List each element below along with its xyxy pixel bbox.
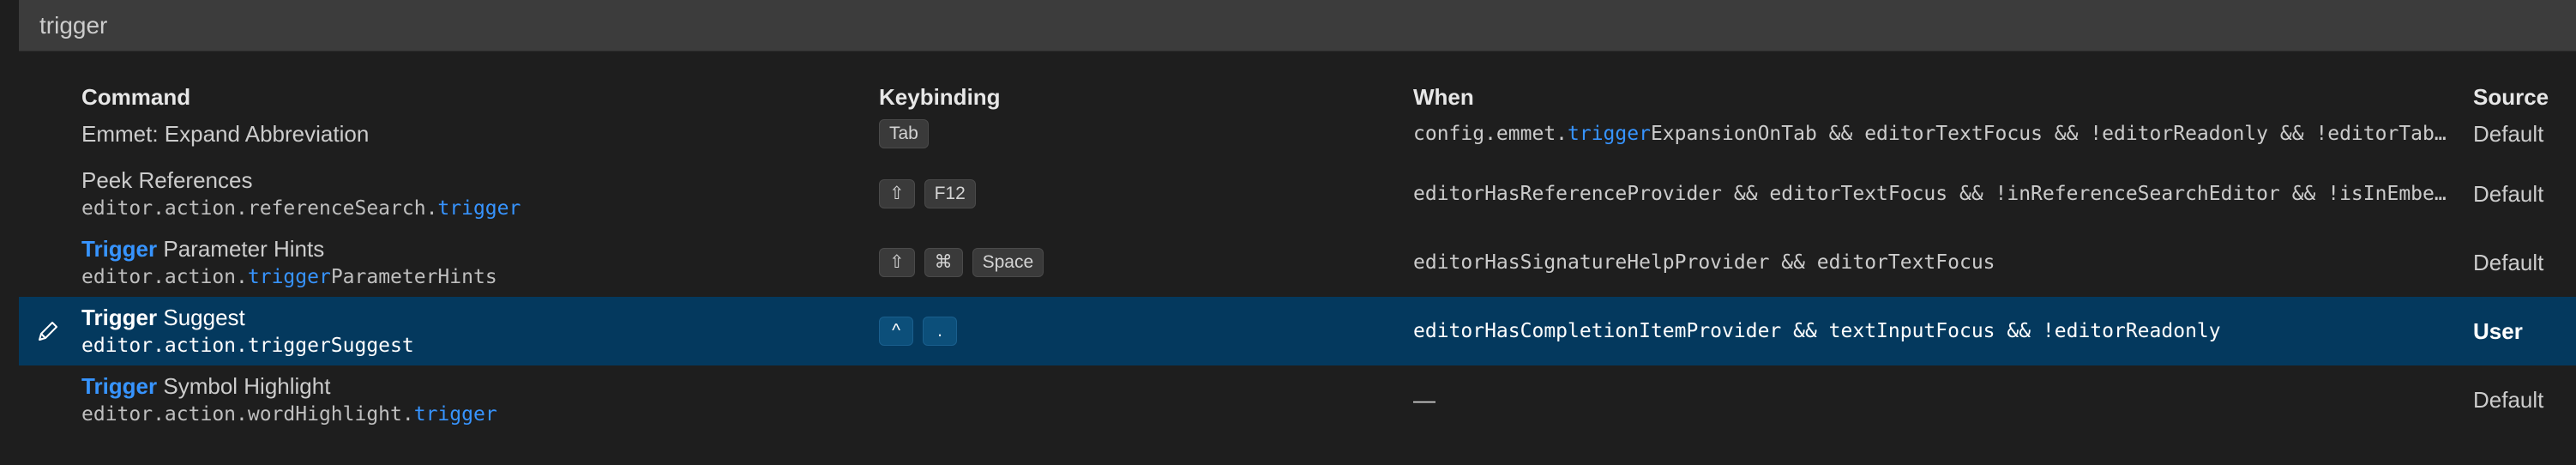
command-title-rest: Parameter Hints bbox=[157, 236, 325, 262]
command-cell: Trigger Suggest editor.action.triggerSugg… bbox=[81, 297, 870, 365]
command-title: Trigger Parameter Hints bbox=[81, 234, 870, 263]
table-row[interactable]: Trigger Suggest editor.action.triggerSugg… bbox=[19, 297, 2576, 365]
command-title: Trigger Symbol Highlight bbox=[81, 371, 870, 401]
key-label: ⌘ bbox=[924, 248, 963, 277]
when-text: editorHasSignatureHelpProvider && editor… bbox=[1413, 251, 1995, 274]
command-id-highlight: trigger bbox=[413, 403, 497, 426]
command-title: Emmet: Expand Abbreviation bbox=[81, 119, 870, 148]
source-cell: Default bbox=[2473, 180, 2544, 207]
keybinding-cell[interactable]: ⇧ ⌘ Space bbox=[879, 228, 1044, 297]
command-id: editor.action.referenceSearch.trigger bbox=[81, 195, 870, 222]
keybinding-cell[interactable]: ⇧ F12 bbox=[879, 160, 976, 228]
command-cell: Emmet: Expand Abbreviation bbox=[81, 108, 870, 160]
when-rest: ExpansionOnTab && editorTextFocus && !ed… bbox=[1650, 123, 2447, 145]
command-cell: Trigger Parameter Hints editor.action.tri… bbox=[81, 228, 870, 297]
table-row[interactable]: Peek References editor.action.referenceSe… bbox=[19, 160, 2576, 228]
key-label: ⇧ bbox=[879, 179, 915, 208]
when-cell[interactable]: editorHasReferenceProvider && editorText… bbox=[1413, 160, 2480, 228]
when-cell[interactable]: config.emmet.triggerExpansionOnTab && ed… bbox=[1413, 108, 2480, 160]
source-cell: Default bbox=[2473, 120, 2544, 147]
command-title-highlight: Trigger bbox=[81, 236, 158, 262]
command-title: Trigger Suggest bbox=[81, 303, 870, 332]
when-expression: editorHasCompletionItemProvider && textI… bbox=[1413, 320, 2221, 342]
table-row[interactable]: Trigger Parameter Hints editor.action.tri… bbox=[19, 228, 2576, 297]
keybinding-cell[interactable]: Tab bbox=[879, 108, 929, 160]
when-expression: editorHasSignatureHelpProvider && editor… bbox=[1413, 251, 1995, 274]
command-id: editor.action.triggerSuggest bbox=[81, 332, 870, 359]
search-bar bbox=[19, 0, 2576, 51]
when-text: — bbox=[1413, 386, 1435, 413]
header-command[interactable]: Command bbox=[81, 84, 190, 111]
command-id-text: editor.action.triggerSuggest bbox=[81, 335, 414, 357]
key-label: . bbox=[923, 317, 957, 346]
command-title: Peek References bbox=[81, 166, 870, 195]
command-id: editor.action.triggerParameterHints bbox=[81, 263, 870, 291]
when-text: config.emmet. bbox=[1413, 123, 1568, 145]
key-label: ^ bbox=[879, 317, 913, 346]
when-expression: — bbox=[1413, 387, 1435, 414]
command-title-rest: Symbol Highlight bbox=[157, 373, 331, 399]
command-cell: Peek References editor.action.referenceSe… bbox=[81, 160, 870, 228]
table-row[interactable]: Emmet: Expand Abbreviation Tab config.emme… bbox=[19, 108, 2576, 160]
command-title-text: Emmet: Expand Abbreviation bbox=[81, 121, 370, 147]
source-cell: Default bbox=[2473, 249, 2544, 275]
header-keybinding[interactable]: Keybinding bbox=[879, 84, 1001, 111]
key-label: Tab bbox=[879, 119, 929, 148]
pencil-icon[interactable] bbox=[34, 317, 62, 345]
keybindings-table: Command Keybinding When Source Emmet: Ex… bbox=[19, 51, 2576, 434]
command-id-rest: ParameterHints bbox=[330, 266, 497, 288]
command-id-text: editor.action.wordHighlight. bbox=[81, 403, 414, 426]
command-cell: Trigger Symbol Highlight editor.action.wo… bbox=[81, 365, 870, 434]
when-highlight: trigger bbox=[1568, 123, 1651, 145]
when-text: editorHasReferenceProvider && editorText… bbox=[1413, 183, 2447, 205]
command-title-highlight: Trigger bbox=[81, 305, 158, 330]
table-body: Emmet: Expand Abbreviation Tab config.emme… bbox=[19, 108, 2576, 434]
command-id: editor.action.wordHighlight.trigger bbox=[81, 401, 870, 428]
when-cell[interactable]: — bbox=[1413, 365, 2480, 434]
when-expression: config.emmet.triggerExpansionOnTab && ed… bbox=[1413, 123, 2447, 145]
key-label: Space bbox=[972, 248, 1044, 277]
key-label: F12 bbox=[924, 179, 976, 208]
source-cell: User bbox=[2473, 317, 2523, 344]
when-cell[interactable]: editorHasSignatureHelpProvider && editor… bbox=[1413, 228, 2480, 297]
key-label: ⇧ bbox=[879, 248, 915, 277]
when-cell[interactable]: editorHasCompletionItemProvider && textI… bbox=[1413, 297, 2480, 365]
command-id-highlight: trigger bbox=[437, 197, 521, 220]
command-id-text: editor.action. bbox=[81, 266, 248, 288]
command-id-text: editor.action.referenceSearch. bbox=[81, 197, 438, 220]
command-title-highlight: Trigger bbox=[81, 373, 158, 399]
source-cell: Default bbox=[2473, 386, 2544, 413]
command-title-text: Peek References bbox=[81, 167, 253, 193]
command-title-rest: Suggest bbox=[157, 305, 245, 330]
keybindings-editor: Command Keybinding When Source Emmet: Ex… bbox=[0, 0, 2576, 465]
when-expression: editorHasReferenceProvider && editorText… bbox=[1413, 183, 2447, 205]
when-text: editorHasCompletionItemProvider && textI… bbox=[1413, 320, 2221, 342]
header-source[interactable]: Source bbox=[2473, 84, 2549, 111]
keybinding-cell[interactable]: ^. bbox=[879, 297, 957, 365]
table-row[interactable]: Trigger Symbol Highlight editor.action.wo… bbox=[19, 365, 2576, 434]
command-id-highlight: trigger bbox=[247, 266, 331, 288]
header-when[interactable]: When bbox=[1413, 84, 1474, 111]
search-input[interactable] bbox=[19, 0, 2576, 51]
